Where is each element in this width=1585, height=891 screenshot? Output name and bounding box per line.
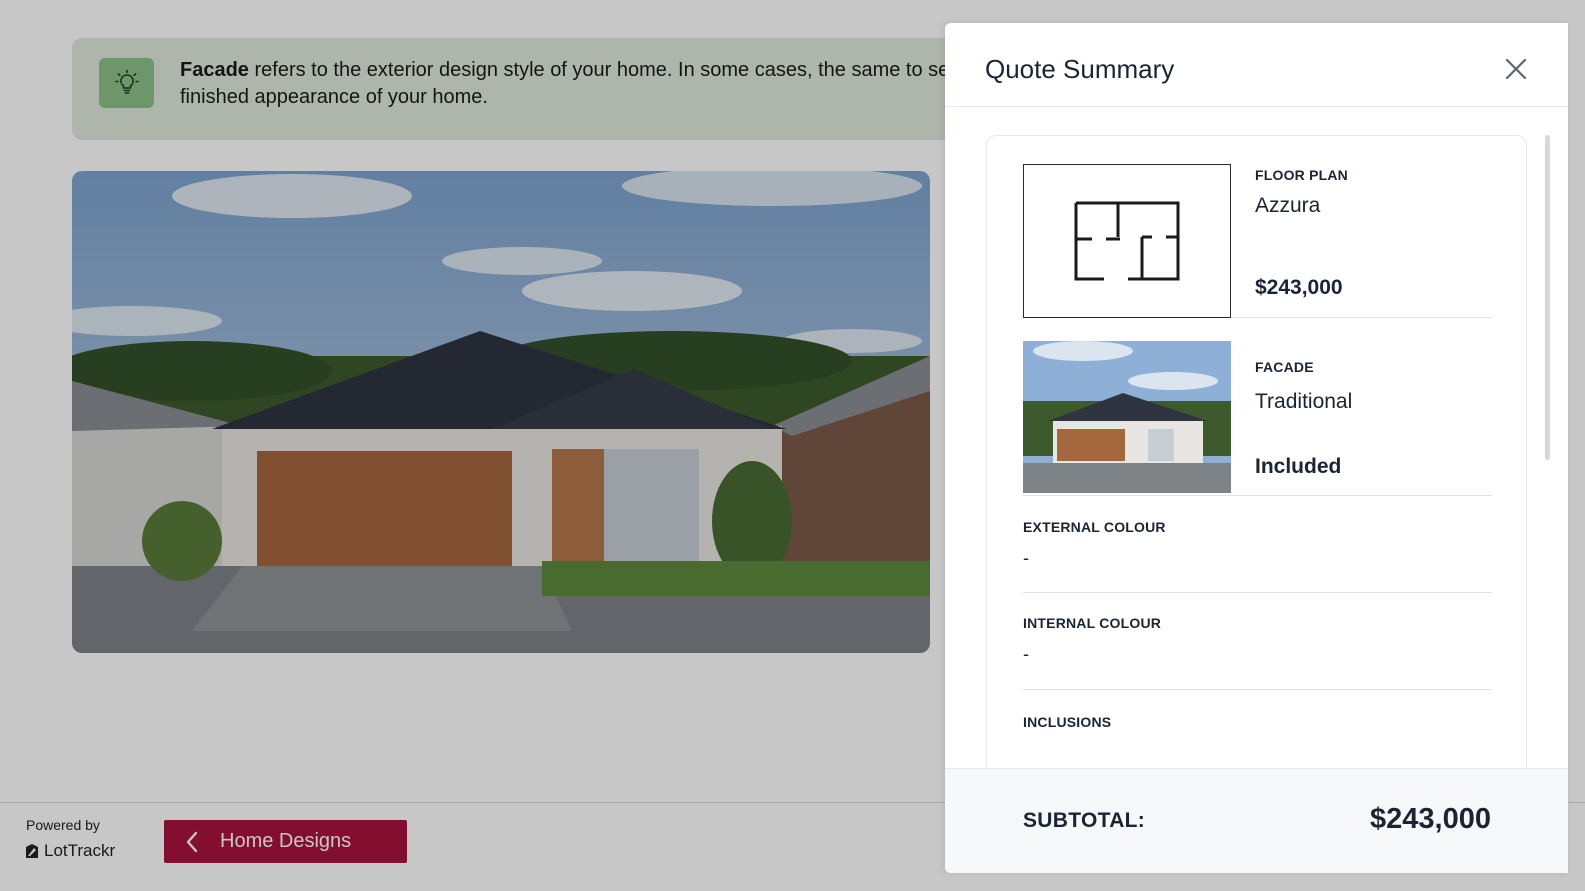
facade-category: FACADE xyxy=(1255,359,1314,375)
internal-colour-value: - xyxy=(1023,644,1029,664)
facade-name: Traditional xyxy=(1255,390,1353,413)
floor-plan-name: Azzura xyxy=(1255,194,1321,217)
facade-item: FACADE Traditional Included xyxy=(1023,341,1492,496)
facade-price: Included xyxy=(1255,455,1342,478)
internal-colour-category: INTERNAL COLOUR xyxy=(1023,615,1162,631)
drawer-header: Quote Summary xyxy=(945,23,1568,107)
quote-summary-drawer: Quote Summary FLOOR PLAN Azzura $243,000 xyxy=(945,23,1568,873)
internal-colour-item: INTERNAL COLOUR - xyxy=(1023,593,1492,690)
quote-items-card: FLOOR PLAN Azzura $243,000 FACADE Tradit… xyxy=(986,135,1527,775)
floor-plan-price: $243,000 xyxy=(1255,276,1343,299)
inclusions-category: INCLUSIONS xyxy=(1023,714,1112,730)
external-colour-value: - xyxy=(1023,548,1029,568)
subtotal-value: $243,000 xyxy=(1370,803,1491,835)
drawer-title: Quote Summary xyxy=(985,54,1175,84)
facade-thumbnail xyxy=(1023,341,1231,493)
floor-plan-item: FLOOR PLAN Azzura $243,000 xyxy=(1023,164,1492,318)
external-colour-category: EXTERNAL COLOUR xyxy=(1023,519,1166,535)
inclusions-item: INCLUSIONS xyxy=(1023,690,1492,770)
external-colour-item: EXTERNAL COLOUR - xyxy=(1023,496,1492,593)
subtotal-bar: SUBTOTAL: $243,000 xyxy=(945,768,1568,873)
subtotal-label: SUBTOTAL: xyxy=(1023,809,1146,832)
drawer-scrollbar[interactable] xyxy=(1545,135,1550,460)
floor-plan-icon xyxy=(1023,164,1231,318)
floor-plan-category: FLOOR PLAN xyxy=(1255,167,1348,183)
close-icon[interactable] xyxy=(1503,56,1531,84)
